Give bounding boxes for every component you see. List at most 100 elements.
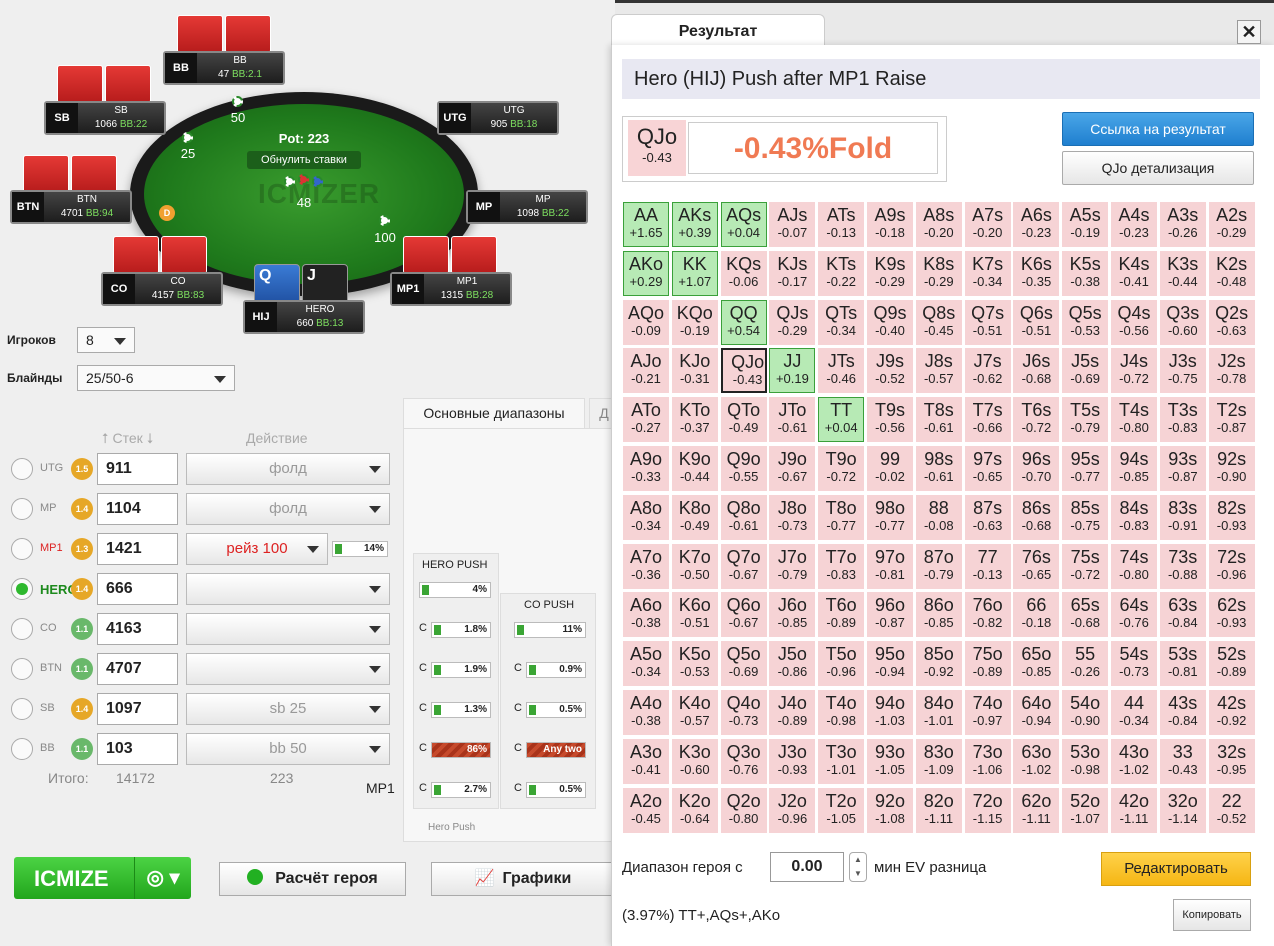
hand-cell[interactable]: Q4o -0.73 bbox=[720, 690, 767, 735]
hand-cell[interactable]: 54s -0.73 bbox=[1111, 641, 1157, 687]
hand-cell[interactable]: QJo -0.43 bbox=[720, 348, 767, 394]
hand-cell[interactable]: 65o -0.85 bbox=[1013, 641, 1060, 687]
hand-cell[interactable]: K7s -0.34 bbox=[964, 250, 1011, 296]
hand-cell[interactable]: T3o -1.01 bbox=[818, 738, 865, 784]
hand-cell[interactable]: QTs -0.34 bbox=[818, 299, 865, 345]
stack-input[interactable]: 911 bbox=[97, 453, 178, 485]
stack-input[interactable]: 666 bbox=[97, 573, 178, 605]
hand-cell[interactable]: Q8s -0.45 bbox=[915, 299, 962, 345]
hand-cell[interactable]: J2o -0.96 bbox=[769, 787, 816, 833]
hand-cell[interactable]: Q3s -0.60 bbox=[1159, 299, 1206, 345]
action-select[interactable]: фолд bbox=[186, 493, 390, 525]
hand-cell[interactable]: A2s -0.29 bbox=[1208, 202, 1255, 247]
stack-input[interactable]: 103 bbox=[97, 733, 178, 765]
hand-cell[interactable]: 64s -0.76 bbox=[1111, 592, 1157, 638]
hand-cell[interactable]: 92o -1.08 bbox=[867, 787, 913, 833]
hand-cell[interactable]: 44 -0.34 bbox=[1111, 690, 1157, 735]
hero-call-bar[interactable]: 86% bbox=[431, 742, 491, 758]
hand-cell[interactable]: T8o -0.77 bbox=[818, 494, 865, 540]
hand-cell[interactable]: 52s -0.89 bbox=[1208, 641, 1255, 687]
hand-cell[interactable]: Q4s -0.56 bbox=[1111, 299, 1157, 345]
player-radio[interactable] bbox=[11, 738, 33, 760]
hand-cell[interactable]: KJo -0.31 bbox=[671, 348, 718, 394]
hand-cell[interactable]: T3s -0.83 bbox=[1159, 397, 1206, 443]
hand-cell[interactable]: 93s -0.87 bbox=[1159, 446, 1206, 491]
hand-cell[interactable]: J3s -0.75 bbox=[1159, 348, 1206, 394]
hand-cell[interactable]: 99 -0.02 bbox=[867, 446, 913, 491]
action-select[interactable] bbox=[186, 573, 390, 605]
hand-cell[interactable]: 75o -0.89 bbox=[964, 641, 1011, 687]
co-call-bar[interactable]: 0.5% bbox=[526, 782, 586, 798]
hand-cell[interactable]: K2s -0.48 bbox=[1208, 250, 1255, 296]
player-radio[interactable] bbox=[11, 698, 33, 720]
hand-cell[interactable]: 76o -0.82 bbox=[964, 592, 1011, 638]
hand-cell[interactable]: J6s -0.68 bbox=[1013, 348, 1060, 394]
raise-range-bar[interactable]: 14% bbox=[332, 541, 388, 557]
hand-cell[interactable]: 63o -1.02 bbox=[1013, 738, 1060, 784]
hand-cell[interactable]: 43o -1.02 bbox=[1111, 738, 1157, 784]
stack-input[interactable]: 1421 bbox=[97, 533, 178, 565]
hand-cell[interactable]: A6o -0.38 bbox=[623, 592, 669, 638]
hand-cell[interactable]: ATs -0.13 bbox=[818, 202, 865, 247]
hand-cell[interactable]: 84o -1.01 bbox=[915, 690, 962, 735]
hand-cell[interactable]: A9s -0.18 bbox=[867, 202, 913, 247]
hand-cell[interactable]: 97o -0.81 bbox=[867, 543, 913, 589]
hand-cell[interactable]: T9o -0.72 bbox=[818, 446, 865, 491]
hand-cell[interactable]: ATo -0.27 bbox=[623, 397, 669, 443]
hand-cell[interactable]: 86o -0.85 bbox=[915, 592, 962, 638]
hand-cell[interactable]: Q6s -0.51 bbox=[1013, 299, 1060, 345]
hand-cell[interactable]: J6o -0.85 bbox=[769, 592, 816, 638]
co-call-bar[interactable]: 0.9% bbox=[526, 662, 586, 678]
hand-cell[interactable]: J4o -0.89 bbox=[769, 690, 816, 735]
hand-cell[interactable]: K6s -0.35 bbox=[1013, 250, 1060, 296]
hand-cell[interactable]: J7o -0.79 bbox=[769, 543, 816, 589]
stack-input[interactable]: 1104 bbox=[97, 493, 178, 525]
hand-cell[interactable]: Q3o -0.76 bbox=[720, 738, 767, 784]
charts-button[interactable]: 📈 Графики bbox=[431, 862, 615, 896]
hand-cell[interactable]: T4o -0.98 bbox=[818, 690, 865, 735]
hand-cell[interactable]: K9o -0.44 bbox=[671, 446, 718, 491]
min-ev-stepper[interactable]: ▲ ▼ bbox=[849, 852, 867, 882]
hand-cell[interactable]: 87s -0.63 bbox=[964, 494, 1011, 540]
hand-cell[interactable]: 83s -0.91 bbox=[1159, 494, 1206, 540]
hand-cell[interactable]: Q5s -0.53 bbox=[1062, 299, 1109, 345]
hand-cell[interactable]: K8o -0.49 bbox=[671, 494, 718, 540]
hand-cell[interactable]: 62o -1.11 bbox=[1013, 787, 1060, 833]
hand-cell[interactable]: J8s -0.57 bbox=[915, 348, 962, 394]
hand-cell[interactable]: J3o -0.93 bbox=[769, 738, 816, 784]
hand-cell[interactable]: JTo -0.61 bbox=[769, 397, 816, 443]
hand-cell[interactable]: 73o -1.06 bbox=[964, 738, 1011, 784]
hand-cell[interactable]: TT +0.04 bbox=[818, 397, 865, 443]
hand-cell[interactable]: K8s -0.29 bbox=[915, 250, 962, 296]
player-radio[interactable] bbox=[11, 498, 33, 520]
hand-cell[interactable]: 85o -0.92 bbox=[915, 641, 962, 687]
stack-input[interactable]: 1097 bbox=[97, 693, 178, 725]
hand-cell[interactable]: Q2s -0.63 bbox=[1208, 299, 1255, 345]
hand-cell[interactable]: K2o -0.64 bbox=[671, 787, 718, 833]
hand-cell[interactable]: 54o -0.90 bbox=[1062, 690, 1109, 735]
hand-cell[interactable]: A8s -0.20 bbox=[915, 202, 962, 247]
target-icon[interactable]: ◎ ▾ bbox=[134, 857, 191, 899]
hand-cell[interactable]: 32s -0.95 bbox=[1208, 738, 1255, 784]
hand-cell[interactable]: 97s -0.65 bbox=[964, 446, 1011, 491]
hand-cell[interactable]: A3o -0.41 bbox=[623, 738, 669, 784]
hand-cell[interactable]: K6o -0.51 bbox=[671, 592, 718, 638]
hand-cell[interactable]: 55 -0.26 bbox=[1062, 641, 1109, 687]
seat-hero[interactable]: HIJ HERO 660 BB:13 bbox=[243, 300, 365, 334]
hand-cell[interactable]: 75s -0.72 bbox=[1062, 543, 1109, 589]
hand-cell[interactable]: T2o -1.05 bbox=[818, 787, 865, 833]
hand-cell[interactable]: AJs -0.07 bbox=[769, 202, 816, 247]
hand-cell[interactable]: 42o -1.11 bbox=[1111, 787, 1157, 833]
hand-cell[interactable]: 42s -0.92 bbox=[1208, 690, 1255, 735]
hand-cell[interactable]: AKo +0.29 bbox=[623, 250, 669, 296]
hero-call-bar[interactable]: 2.7% bbox=[431, 782, 491, 798]
hand-cell[interactable]: QQ +0.54 bbox=[720, 299, 767, 345]
hand-cell[interactable]: KQo -0.19 bbox=[671, 299, 718, 345]
hand-cell[interactable]: 22 -0.52 bbox=[1208, 787, 1255, 833]
hand-cell[interactable]: Q9s -0.40 bbox=[867, 299, 913, 345]
action-select[interactable]: sb 25 bbox=[186, 693, 390, 725]
seat-utg[interactable]: UTG UTG 905 BB:18 bbox=[437, 101, 559, 135]
stack-input[interactable]: 4707 bbox=[97, 653, 178, 685]
player-radio[interactable] bbox=[11, 538, 33, 560]
hand-cell[interactable]: 98s -0.61 bbox=[915, 446, 962, 491]
